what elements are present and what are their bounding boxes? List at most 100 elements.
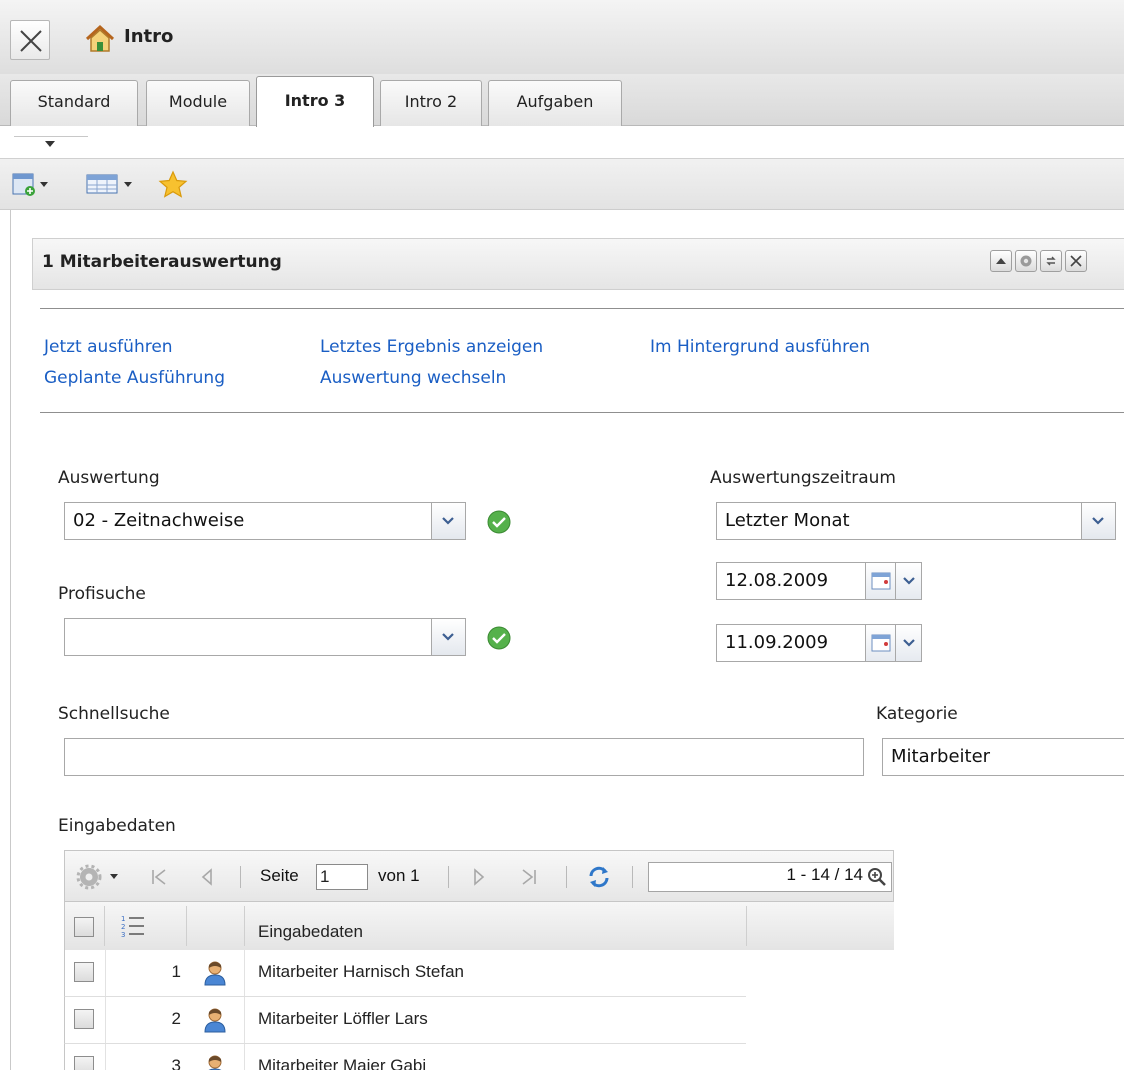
close-icon [20, 30, 42, 52]
date-from-dropdown-button[interactable] [896, 562, 922, 600]
date-to-dropdown-button[interactable] [896, 624, 922, 662]
calendar-icon [871, 572, 891, 590]
zeitraum-select[interactable]: Letzter Monat [716, 502, 1082, 540]
tab-standard[interactable]: Standard [10, 80, 138, 126]
chevron-down-icon [903, 577, 915, 585]
schnellsuche-input[interactable] [64, 738, 864, 776]
tab-aufgaben[interactable]: Aufgaben [488, 80, 622, 126]
auswertung-select[interactable]: 02 - Zeitnachweise [64, 502, 432, 540]
auswertung-label: Auswertung [58, 468, 160, 488]
run-now-link[interactable]: Jetzt ausführen [44, 337, 173, 357]
page-label: Seite [260, 866, 299, 885]
switch-report-link[interactable]: Auswertung wechseln [320, 368, 506, 388]
cell-separator [105, 950, 106, 996]
svg-text:3: 3 [121, 931, 125, 939]
chevron-down-icon [442, 517, 454, 525]
page-number-input[interactable]: 1 [316, 864, 368, 890]
date-from-calendar-button[interactable] [866, 562, 896, 600]
portlet-settings-button[interactable] [1015, 250, 1037, 272]
user-icon [204, 1008, 226, 1033]
column-separator [746, 906, 747, 946]
cell-separator [105, 997, 106, 1043]
tab-module[interactable]: Module [146, 80, 250, 126]
portlet-refresh-button[interactable] [1040, 250, 1062, 272]
collapse-icon [996, 258, 1006, 264]
user-icon [204, 961, 226, 986]
run-background-link[interactable]: Im Hintergrund ausführen [650, 337, 870, 357]
table-row[interactable]: 1 Mitarbeiter Harnisch Stefan [64, 950, 746, 997]
row-number: 3 [171, 1056, 181, 1070]
svg-text:1: 1 [121, 915, 125, 923]
user-icon [208, 1055, 222, 1070]
chevron-down-icon [903, 639, 915, 647]
previous-page-button[interactable] [198, 868, 216, 891]
check-ok-icon [487, 626, 511, 650]
row-checkbox[interactable] [74, 962, 94, 982]
row-number: 1 [171, 962, 181, 981]
chevron-down-icon [45, 141, 55, 147]
table-row[interactable]: 3 Mitarbeiter Maier Gabi [64, 1044, 746, 1070]
add-portlet-icon [12, 173, 48, 196]
portlet-close-button[interactable] [1065, 250, 1087, 272]
grid-refresh-button[interactable] [586, 864, 612, 895]
row-number-column-header[interactable]: 1 2 3 [120, 913, 146, 944]
date-to-input[interactable]: 11.09.2009 [716, 624, 866, 662]
chevron-down-icon [442, 633, 454, 641]
row-number: 2 [171, 1009, 181, 1028]
cell-separator [244, 997, 245, 1043]
scheduled-run-link[interactable]: Geplante Ausführung [44, 368, 225, 388]
column-separator [104, 906, 105, 946]
layout-table-button[interactable] [86, 173, 138, 202]
date-to-calendar-button[interactable] [866, 624, 896, 662]
check-ok-icon [487, 510, 511, 534]
toolbar-separator [632, 866, 633, 888]
row-checkbox[interactable] [74, 1056, 94, 1070]
grid-header [64, 902, 894, 950]
row-text: Mitarbeiter Maier Gabi [258, 1056, 427, 1070]
eingabedaten-column-header[interactable]: Eingabedaten [258, 922, 363, 942]
toolbar-separator [240, 866, 241, 888]
last-result-link[interactable]: Letztes Ergebnis anzeigen [320, 337, 543, 357]
zoom-icon[interactable] [867, 867, 887, 887]
cell-separator [244, 1044, 245, 1070]
select-all-checkbox[interactable] [74, 917, 94, 937]
refresh-icon [589, 866, 609, 888]
portlet-collapse-button[interactable] [990, 250, 1012, 272]
settings-icon [1020, 255, 1032, 267]
favorite-star-icon [158, 170, 188, 198]
table-row[interactable]: 2 Mitarbeiter Löffler Lars [64, 997, 746, 1044]
collapse-handle[interactable] [14, 136, 88, 150]
toolbar-separator [448, 866, 449, 888]
cell-separator [244, 950, 245, 996]
next-page-icon [474, 868, 485, 886]
schnellsuche-label: Schnellsuche [58, 704, 170, 724]
kategorie-input[interactable]: Mitarbeiter [882, 738, 1124, 776]
divider [40, 308, 1124, 309]
zeitraum-dropdown-button[interactable] [1082, 502, 1116, 540]
auswertung-dropdown-button[interactable] [432, 502, 466, 540]
previous-page-icon [201, 868, 212, 886]
eingabedaten-label: Eingabedaten [58, 816, 176, 836]
last-page-button[interactable] [520, 868, 538, 891]
profisuche-label: Profisuche [58, 584, 146, 604]
divider [40, 412, 1124, 413]
add-portlet-button[interactable] [12, 173, 54, 202]
zeitraum-label: Auswertungszeitraum [710, 468, 896, 488]
svg-text:2: 2 [121, 923, 125, 931]
grid-options-button[interactable] [76, 864, 124, 895]
tab-intro-2[interactable]: Intro 2 [380, 80, 482, 126]
row-checkbox[interactable] [74, 1009, 94, 1029]
date-from-input[interactable]: 12.08.2009 [716, 562, 866, 600]
first-page-button[interactable] [150, 868, 168, 891]
next-page-button[interactable] [470, 868, 488, 891]
window-title: Intro [124, 26, 174, 47]
tab-intro-3[interactable]: Intro 3 [256, 76, 374, 127]
layout-table-icon [86, 174, 132, 194]
close-window-button[interactable] [10, 20, 50, 60]
row-text: Mitarbeiter Löffler Lars [258, 1009, 428, 1028]
close-icon [1070, 255, 1082, 267]
favorite-button[interactable] [158, 170, 188, 205]
profisuche-dropdown-button[interactable] [432, 618, 466, 656]
chevron-down-icon [1092, 517, 1104, 525]
profisuche-select[interactable] [64, 618, 432, 656]
